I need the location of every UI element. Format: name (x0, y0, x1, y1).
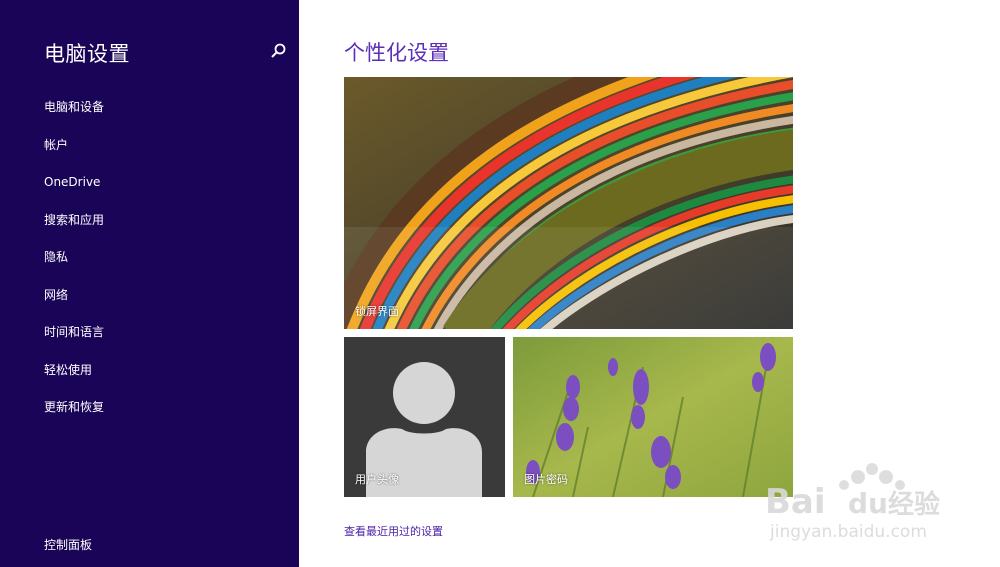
control-panel-link[interactable]: 控制面板 (44, 536, 92, 553)
picture-password-label: 图片密码 (524, 473, 568, 486)
sidebar-item-network[interactable]: 网络 (44, 284, 104, 322)
svg-text:jingyan.baidu.com: jingyan.baidu.com (769, 522, 927, 542)
svg-text:du: du (848, 487, 888, 520)
sidebar-item-onedrive[interactable]: OneDrive (44, 171, 104, 209)
picture-password-tile[interactable]: 图片密码 (513, 337, 793, 497)
sidebar-title: 电脑设置 (44, 42, 130, 66)
sidebar-nav: 电脑和设备 帐户 OneDrive 搜索和应用 隐私 网络 时间和语言 轻松使用… (44, 96, 104, 434)
sidebar: 电脑设置 电脑和设备 帐户 OneDrive 搜索和应用 隐私 网络 时间和语言… (0, 0, 299, 567)
search-icon[interactable] (269, 42, 287, 60)
baidu-watermark-logo: Bai du 经验 jingyan.baidu.com (765, 463, 940, 542)
sidebar-item-update-and-recovery[interactable]: 更新和恢复 (44, 396, 104, 434)
sidebar-item-time-and-language[interactable]: 时间和语言 (44, 321, 104, 359)
lock-screen-image (344, 77, 793, 329)
sidebar-item-ease-of-access[interactable]: 轻松使用 (44, 359, 104, 397)
sidebar-item-pc-and-devices[interactable]: 电脑和设备 (44, 96, 104, 134)
account-picture-tile[interactable]: 用户头像 (344, 337, 505, 497)
svg-text:经验: 经验 (888, 489, 940, 520)
sidebar-item-accounts[interactable]: 帐户 (44, 134, 104, 172)
svg-text:Bai: Bai (765, 482, 826, 522)
sidebar-item-search-and-apps[interactable]: 搜索和应用 (44, 209, 104, 247)
recent-settings-link[interactable]: 查看最近用过的设置 (344, 523, 443, 539)
lock-screen-tile[interactable]: 锁屏界面 (344, 77, 793, 329)
lock-screen-label: 锁屏界面 (355, 305, 399, 318)
account-picture-label: 用户头像 (355, 473, 399, 486)
sidebar-item-privacy[interactable]: 隐私 (44, 246, 104, 284)
page-title: 个性化设置 (344, 41, 449, 65)
